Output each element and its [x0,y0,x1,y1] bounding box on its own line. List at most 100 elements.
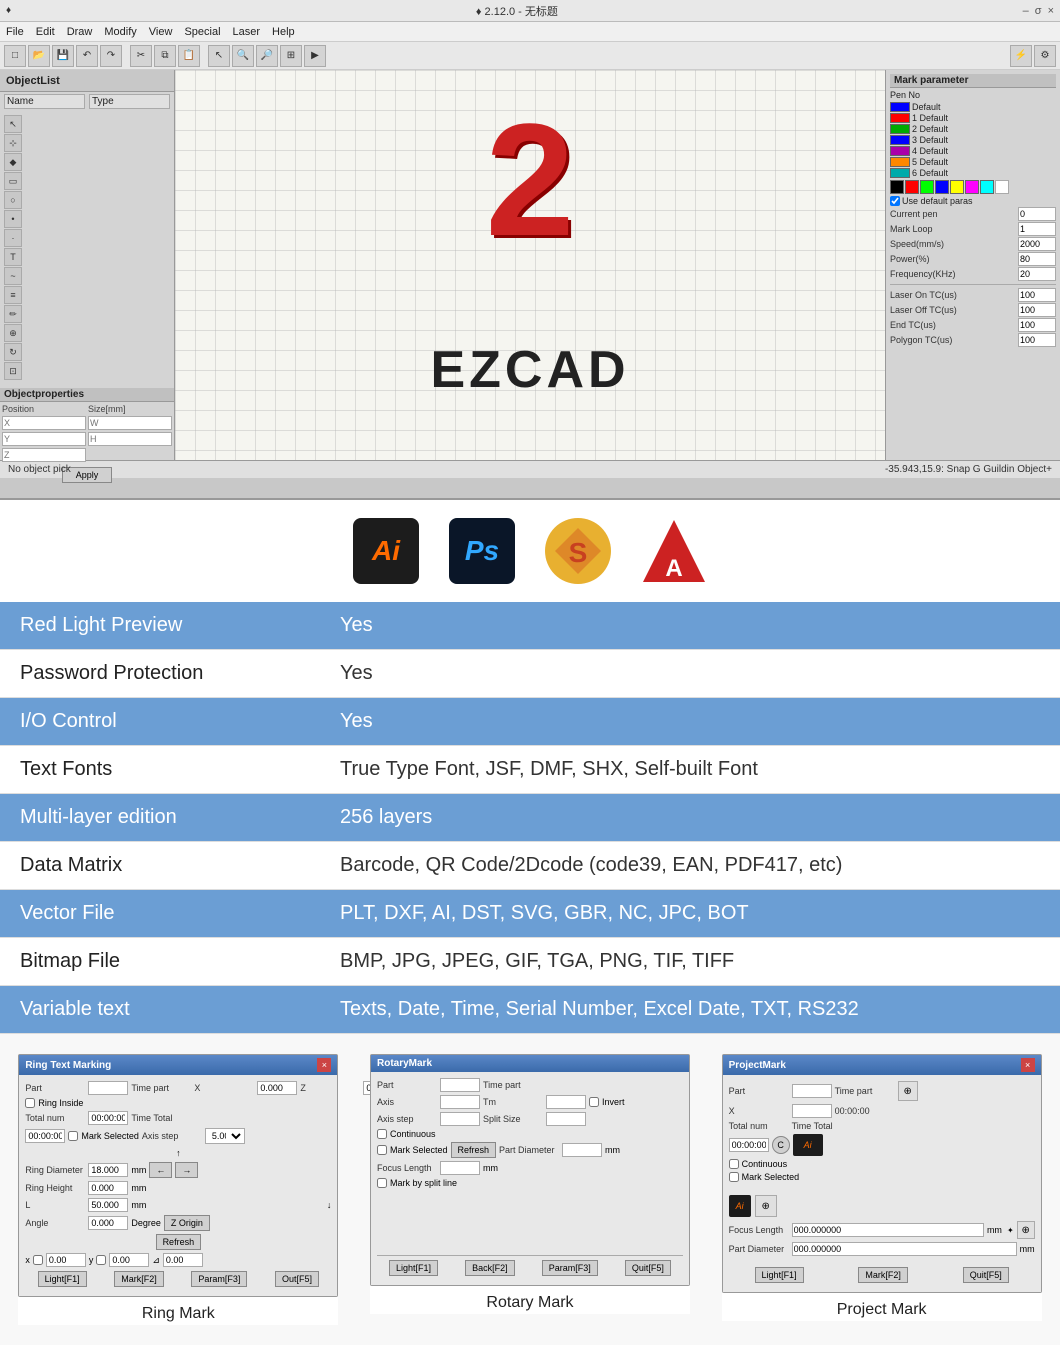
tb-undo[interactable]: ↶ [76,45,98,67]
ring-x-input[interactable] [257,1081,297,1095]
ring-mark-close[interactable]: × [317,1058,331,1072]
z-input[interactable] [2,448,86,462]
menu-file[interactable]: File [6,26,24,38]
tool-rotate[interactable]: ↻ [4,343,22,361]
tool-transform[interactable]: ⊕ [4,324,22,342]
proj-continuous-checkbox[interactable] [729,1159,739,1169]
menu-help[interactable]: Help [272,26,295,38]
proj-x-input[interactable] [792,1104,832,1118]
ring-totalnum-input[interactable] [88,1111,128,1125]
font-icon[interactable]: A [641,518,707,584]
power-input[interactable] [1018,252,1056,266]
tb-save[interactable]: 💾 [52,45,74,67]
tb-paste[interactable]: 📋 [178,45,200,67]
rotary-refresh-btn[interactable]: Refresh [451,1142,497,1158]
pen-item-2[interactable]: 2 Default [890,124,1056,134]
menu-draw[interactable]: Draw [67,26,93,38]
menu-modify[interactable]: Modify [104,26,136,38]
ps-icon[interactable]: Ps [449,518,515,584]
proj-focuslength-input[interactable] [792,1223,984,1237]
tool-zoom[interactable]: ⊡ [4,362,22,380]
ring-out-btn[interactable]: Out[F5] [275,1271,319,1287]
rotary-tm-input[interactable] [546,1095,586,1109]
swatch-green[interactable] [920,180,934,194]
end-tc-input[interactable] [1018,318,1056,332]
proj-marksel-checkbox[interactable] [729,1172,739,1182]
laser-on-tc-input[interactable] [1018,288,1056,302]
polygon-tc-input[interactable] [1018,333,1056,347]
tb-config[interactable]: ⚙ [1034,45,1056,67]
rotary-focuslength-input[interactable] [440,1161,480,1175]
tool-rect[interactable]: ▭ [4,172,22,190]
rotary-partdiam-input[interactable] [562,1143,602,1157]
ring-left-btn[interactable]: ← [149,1162,172,1178]
tb-copy[interactable]: ⧉ [154,45,176,67]
tool-dot2[interactable]: · [4,229,22,247]
ring-ycoord[interactable] [109,1253,149,1267]
ring-zorigin-btn[interactable]: Z Origin [164,1215,210,1231]
swatch-white[interactable] [995,180,1009,194]
ring-marksel-checkbox[interactable] [68,1131,78,1141]
ring-height-val[interactable] [163,1253,203,1267]
rotary-part-input[interactable] [440,1078,480,1092]
frequency-input[interactable] [1018,267,1056,281]
proj-partdiam-input[interactable] [792,1242,1017,1256]
window-controls[interactable]: – σ × [1023,5,1054,17]
x-input[interactable] [2,416,86,430]
ring-angle-input[interactable] [88,1216,128,1230]
maximize-btn[interactable]: σ [1035,5,1042,17]
swatch-blue[interactable] [935,180,949,194]
rotary-axisstep-input[interactable] [440,1112,480,1126]
ring-axisstep-select[interactable]: 5.00 [205,1128,245,1144]
swatch-yellow[interactable] [950,180,964,194]
rotary-back-btn[interactable]: Back[F2] [465,1260,515,1276]
tb-select[interactable]: ↖ [208,45,230,67]
width-input[interactable] [88,416,172,430]
ring-xcheck[interactable] [33,1255,43,1265]
menu-special[interactable]: Special [184,26,220,38]
ring-mark-btn[interactable]: Mark[F2] [114,1271,164,1287]
ring-height-input[interactable] [88,1181,128,1195]
mark-loop-input[interactable] [1018,222,1056,236]
ring-refresh-btn[interactable]: Refresh [156,1234,202,1250]
proj-part-input[interactable] [792,1084,832,1098]
ring-diameter-input[interactable] [88,1163,128,1177]
rotary-quit-btn[interactable]: Quit[F5] [625,1260,671,1276]
proj-mark-btn[interactable]: Mark[F2] [858,1267,908,1283]
tool-circle[interactable]: ○ [4,191,22,209]
ring-part-input[interactable] [88,1081,128,1095]
rotary-axis-input[interactable] [440,1095,480,1109]
pen-item-3[interactable]: 3 Default [890,135,1056,145]
sketch-icon[interactable]: S [545,518,611,584]
rotary-splitsize-input[interactable] [546,1112,586,1126]
ring-light-btn[interactable]: Light[F1] [38,1271,87,1287]
tb-laser[interactable]: ⚡ [1010,45,1032,67]
menu-laser[interactable]: Laser [233,26,261,38]
tb-open[interactable]: 📂 [28,45,50,67]
rotary-marksel-checkbox[interactable] [377,1145,387,1155]
tb-zoom-out[interactable]: 🔎 [256,45,278,67]
tool-point[interactable]: • [4,210,22,228]
tool-node[interactable]: ⊹ [4,134,22,152]
pen-item-4[interactable]: 4 Default [890,146,1056,156]
rotary-param-btn[interactable]: Param[F3] [542,1260,598,1276]
rotary-marksplit-checkbox[interactable] [377,1178,387,1188]
rotary-invert-checkbox[interactable] [589,1097,599,1107]
swatch-cyan[interactable] [980,180,994,194]
ring-l-input[interactable] [88,1198,128,1212]
menu-edit[interactable]: Edit [36,26,55,38]
use-default-params-checkbox[interactable] [890,196,900,206]
tb-fit[interactable]: ⊞ [280,45,302,67]
proj-timetotal-input[interactable] [729,1138,769,1152]
tb-cut[interactable]: ✂ [130,45,152,67]
tb-new[interactable]: □ [4,45,26,67]
height-input[interactable] [88,432,172,446]
pen-item-6[interactable]: 6 Default [890,168,1056,178]
tool-arrow[interactable]: ↖ [4,115,22,133]
tool-diamond[interactable]: ◆ [4,153,22,171]
speed-input[interactable] [1018,237,1056,251]
close-btn[interactable]: × [1048,5,1054,17]
current-pen-input[interactable] [1018,207,1056,221]
swatch-magenta[interactable] [965,180,979,194]
tb-redo[interactable]: ↷ [100,45,122,67]
